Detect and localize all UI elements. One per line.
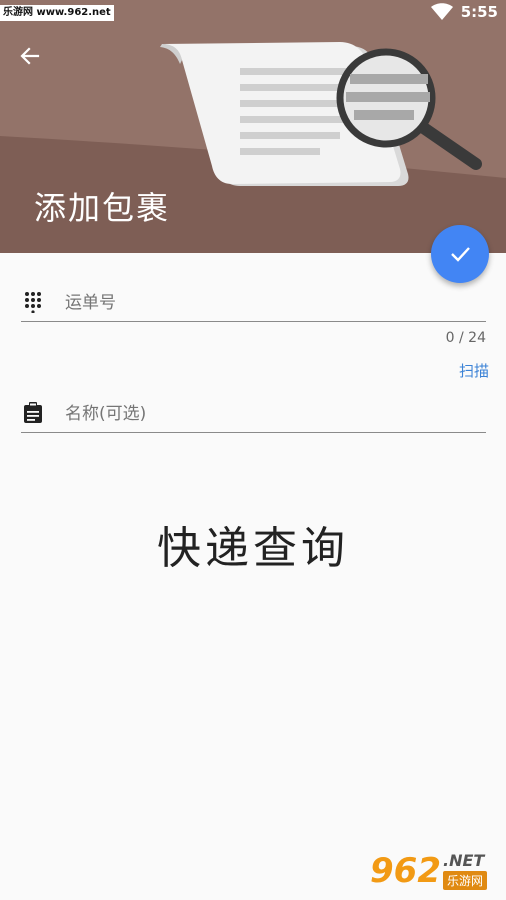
confirm-fab-button[interactable] [431,225,489,283]
dialpad-icon [25,292,41,313]
watermark-logo: 962 .NET 乐游网 [370,848,498,894]
tracking-number-input[interactable] [63,289,467,317]
clipboard-icon [24,402,42,423]
splash-text: 快递查询 [157,523,349,574]
document-magnifier-icon [160,42,482,186]
back-button[interactable] [14,40,46,72]
scan-button[interactable]: 扫描 [459,360,489,381]
watermark-number: 962 [370,851,441,891]
watermark-site-name: 乐游网 [442,870,487,890]
status-icons: 5:55 [430,3,498,21]
watermark-top: 乐游网 www.962.net [0,5,114,21]
package-name-input[interactable] [63,400,467,428]
arrow-left-icon [20,47,40,65]
status-time: 5:55 [460,3,498,21]
status-bar: 乐游网 www.962.net 5:55 [0,0,506,28]
wifi-icon [430,3,453,20]
package-name-field [21,394,486,433]
tracking-number-field [21,283,486,322]
app-header: 乐游网 www.962.net 5:55 添加包裹 [0,0,506,253]
check-icon [451,247,470,262]
page-title: 添加包裹 [34,189,171,227]
watermark-suffix: .NET [442,850,485,870]
character-counter: 0 / 24 [445,330,486,346]
